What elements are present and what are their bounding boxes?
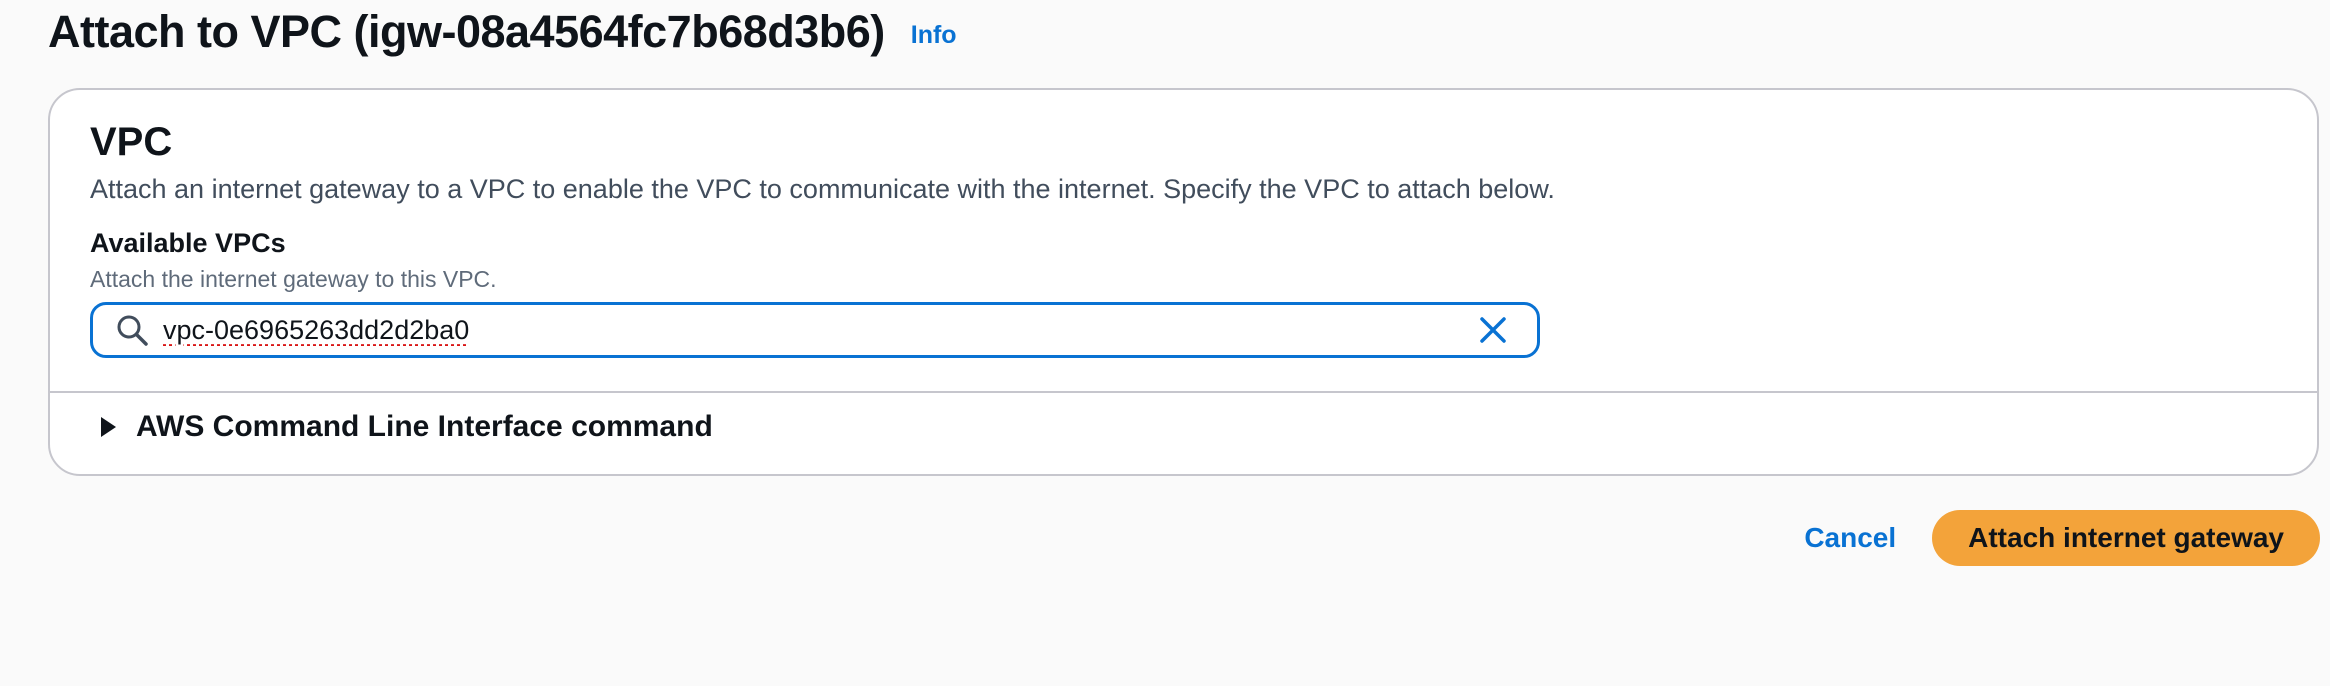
section-title: VPC — [90, 120, 173, 164]
page-title: Attach to VPC (igw-08a4564fc7b68d3b6) — [48, 6, 885, 57]
vpc-search-input[interactable] — [163, 314, 1471, 346]
cli-command-label: AWS Command Line Interface command — [136, 410, 713, 443]
available-vpcs-label: Available VPCs — [90, 228, 286, 258]
page-header: Attach to VPC (igw-08a4564fc7b68d3b6) In… — [48, 6, 957, 58]
vpc-container: VPC Attach an internet gateway to a VPC … — [48, 88, 2319, 476]
caret-right-icon — [101, 417, 116, 437]
cancel-button[interactable]: Cancel — [1804, 522, 1896, 554]
cli-command-expander[interactable]: AWS Command Line Interface command — [98, 410, 713, 444]
section-description: Attach an internet gateway to a VPC to e… — [90, 174, 1555, 204]
section-divider — [50, 391, 2317, 393]
search-icon — [117, 315, 148, 346]
clear-button[interactable] — [1471, 308, 1515, 352]
vpc-search-box[interactable] — [90, 302, 1540, 358]
available-vpcs-description: Attach the internet gateway to this VPC. — [90, 266, 497, 292]
close-icon — [1480, 317, 1506, 343]
form-actions: Cancel Attach internet gateway — [1804, 510, 2320, 566]
attach-internet-gateway-button[interactable]: Attach internet gateway — [1932, 510, 2320, 566]
info-link[interactable]: Info — [911, 21, 957, 50]
